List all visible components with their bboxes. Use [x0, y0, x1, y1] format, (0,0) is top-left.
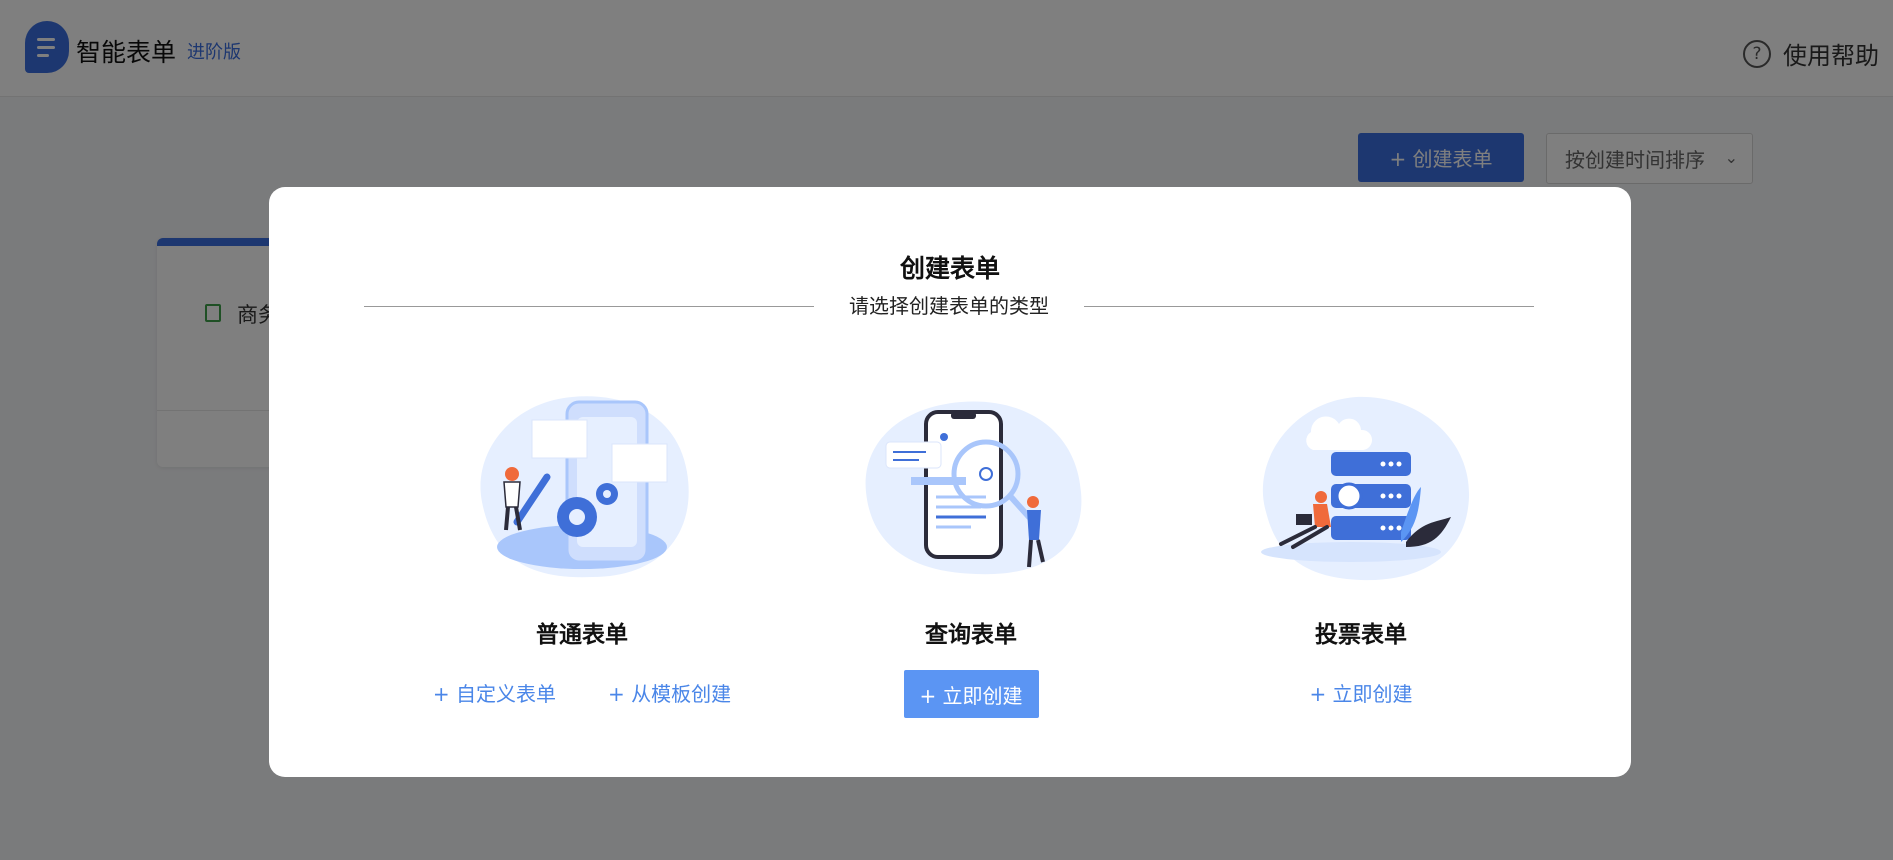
create-vote-form-button[interactable]: + 立即创建 — [1309, 670, 1412, 718]
from-template-button[interactable]: + 从模板创建 — [608, 670, 731, 718]
create-query-form-button[interactable]: + 立即创建 — [903, 670, 1039, 718]
create-form-dialog: 创建表单 请选择创建表单的类型 普通表单 + 自定义表单 + 从模板创建 查询表… — [269, 187, 1631, 777]
form-type-title: 普通表单 — [536, 622, 628, 648]
dialog-title: 创建表单 — [899, 254, 1000, 283]
custom-form-button[interactable]: + 自定义表单 — [433, 670, 556, 718]
form-type-title: 投票表单 — [1315, 622, 1407, 648]
vote-form-illustration — [1261, 396, 1470, 581]
normal-form-illustration — [480, 396, 689, 578]
form-type-actions: + 立即创建 — [1196, 670, 1526, 718]
dialog-subtitle-row: 请选择创建表单的类型 — [364, 291, 1534, 321]
divider-right — [1084, 306, 1534, 307]
query-form-illustration — [865, 401, 1082, 575]
form-type-actions: + 立即创建 — [806, 670, 1136, 718]
form-type-actions: + 自定义表单 + 从模板创建 — [417, 670, 747, 718]
form-type-title: 查询表单 — [925, 622, 1017, 648]
